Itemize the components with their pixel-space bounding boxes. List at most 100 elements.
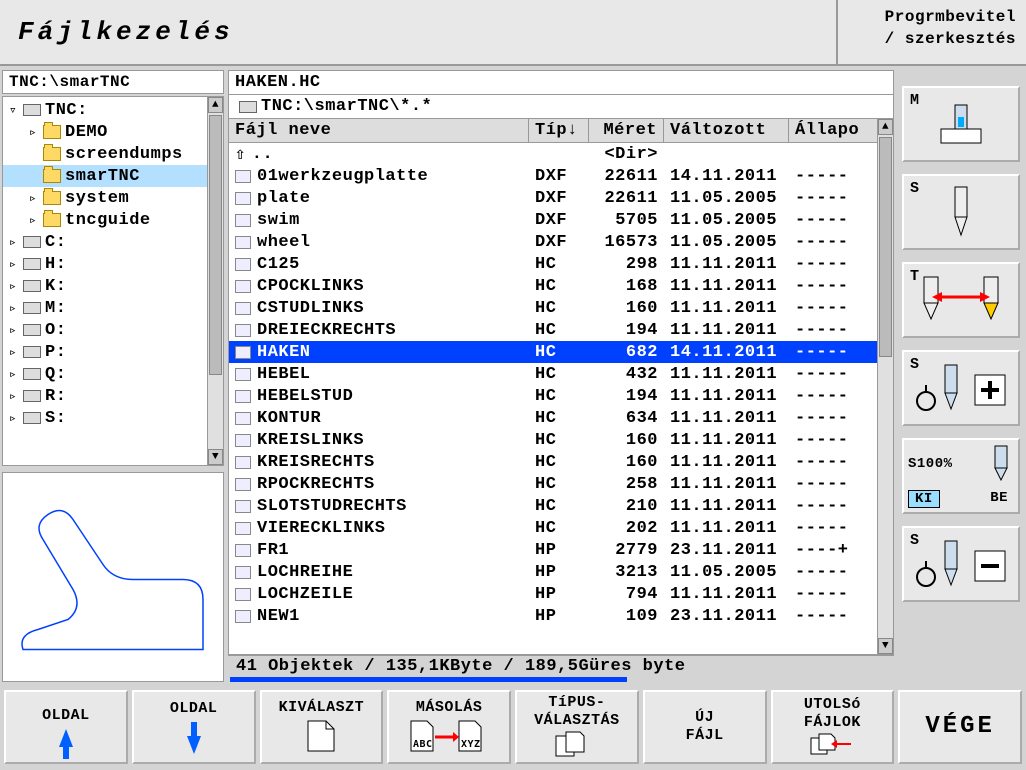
scroll-down-icon[interactable]: ▼ (208, 449, 223, 465)
file-row[interactable]: wheelDXF1657311.05.2005----- (229, 231, 877, 253)
scroll-thumb[interactable] (879, 137, 892, 357)
file-row[interactable]: HEBELHC43211.11.2011----- (229, 363, 877, 385)
tree-item[interactable]: ▹O: (3, 319, 223, 341)
tree-item[interactable]: ▹S: (3, 407, 223, 429)
toggle-icon[interactable]: ▹ (7, 301, 19, 316)
toggle-icon[interactable]: ▹ (7, 257, 19, 272)
tree-item[interactable]: ▹tncguide (3, 209, 223, 231)
col-header-date[interactable]: Változott (664, 119, 789, 142)
file-icon (235, 456, 251, 469)
ki-button[interactable]: KI (908, 490, 940, 508)
file-row[interactable]: swimDXF570511.05.2005----- (229, 209, 877, 231)
tree-item[interactable]: ▹R: (3, 385, 223, 407)
toggle-icon[interactable]: ▹ (7, 389, 19, 404)
file-row[interactable]: plateDXF2261111.05.2005----- (229, 187, 877, 209)
tree-item[interactable]: ▹M: (3, 297, 223, 319)
drive-icon (239, 101, 257, 113)
tree-item[interactable]: ▹DEMO (3, 121, 223, 143)
tree-item[interactable]: ▹Q: (3, 363, 223, 385)
toggle-icon[interactable]: ▹ (7, 367, 19, 382)
file-list[interactable]: Fájl neve Típ↓ Méret Változott Állapo ⇧.… (228, 119, 894, 655)
file-size: 168 (589, 277, 664, 296)
file-icon (235, 390, 251, 403)
file-row[interactable]: LOCHZEILEHP79411.11.2011----- (229, 583, 877, 605)
file-row[interactable]: C125HC29811.11.2011----- (229, 253, 877, 275)
tree-item[interactable]: ▹P: (3, 341, 223, 363)
vsoftkey-minus[interactable]: S (902, 526, 1020, 602)
softkey[interactable]: UTOLSóFÁJLOK (771, 690, 895, 764)
softkey[interactable]: VÉGE (898, 690, 1022, 764)
file-row[interactable]: SLOTSTUDRECHTSHC21011.11.2011----- (229, 495, 877, 517)
toggle-icon[interactable]: ▹ (27, 191, 39, 206)
toggle-icon[interactable]: ▹ (27, 125, 39, 140)
file-row[interactable]: ⇧..<Dir> (229, 143, 877, 165)
file-row[interactable]: KONTURHC63411.11.2011----- (229, 407, 877, 429)
be-button[interactable]: BE (984, 490, 1014, 508)
file-row[interactable]: CSTUDLINKSHC16011.11.2011----- (229, 297, 877, 319)
file-size: 109 (589, 607, 664, 626)
col-header-name[interactable]: Fájl neve (229, 119, 529, 142)
folder-icon (43, 147, 61, 161)
vsoftkey-kibe[interactable]: S100%KIBE (902, 438, 1020, 514)
vsoftkey-tool[interactable]: T (902, 262, 1020, 338)
file-size: 202 (589, 519, 664, 538)
file-date: 11.11.2011 (664, 255, 789, 274)
vsoftkey-spindle[interactable]: S (902, 174, 1020, 250)
softkey[interactable]: TíPUS-VÁLASZTÁS (515, 690, 639, 764)
tree-item[interactable]: ▹K: (3, 275, 223, 297)
file-size: 160 (589, 431, 664, 450)
list-header[interactable]: Fájl neve Típ↓ Méret Változott Állapo (229, 119, 893, 143)
file-row[interactable]: 01werkzeugplatteDXF2261114.11.2011----- (229, 165, 877, 187)
file-stat: ----- (789, 453, 877, 472)
col-header-size[interactable]: Méret (589, 119, 664, 142)
toggle-icon[interactable]: ▹ (7, 411, 19, 426)
tree-item[interactable]: ▿ TNC: (3, 99, 223, 121)
tree-item[interactable]: ▹H: (3, 253, 223, 275)
softkey[interactable]: OLDAL (132, 690, 256, 764)
file-type: DXF (529, 189, 589, 208)
file-date: 23.11.2011 (664, 541, 789, 560)
file-row[interactable]: RPOCKRECHTSHC25811.11.2011----- (229, 473, 877, 495)
file-row[interactable]: KREISLINKSHC16011.11.2011----- (229, 429, 877, 451)
file-icon (235, 236, 251, 249)
col-header-type[interactable]: Típ↓ (529, 119, 589, 142)
spindle-icon (941, 185, 981, 240)
toggle-icon[interactable]: ▹ (7, 345, 19, 360)
file-row[interactable]: VIERECKLINKSHC20211.11.2011----- (229, 517, 877, 539)
toggle-icon[interactable]: ▹ (7, 235, 19, 250)
tree-item[interactable]: screendumps (3, 143, 223, 165)
list-scrollbar[interactable]: ▲ ▼ (877, 119, 893, 654)
scroll-thumb[interactable] (209, 115, 222, 375)
file-row[interactable]: FR1HP277923.11.2011----+ (229, 539, 877, 561)
softkey[interactable]: ÚJFÁJL (643, 690, 767, 764)
file-size: 258 (589, 475, 664, 494)
toggle-icon[interactable]: ▿ (7, 103, 19, 118)
drive-icon (23, 280, 41, 292)
file-row[interactable]: HEBELSTUDHC19411.11.2011----- (229, 385, 877, 407)
tree-item[interactable]: ▹C: (3, 231, 223, 253)
vsoftkey-plus[interactable]: S (902, 350, 1020, 426)
scroll-up-icon[interactable]: ▲ (208, 97, 223, 113)
toggle-icon[interactable]: ▹ (27, 213, 39, 228)
file-row[interactable]: LOCHREIHEHP321311.05.2005----- (229, 561, 877, 583)
softkey[interactable]: KIVÁLASZT (260, 690, 384, 764)
file-row[interactable]: DREIECKRECHTSHC19411.11.2011----- (229, 319, 877, 341)
file-stat: ----- (789, 343, 877, 362)
tree-scrollbar[interactable]: ▲ ▼ (207, 97, 223, 465)
softkey[interactable]: OLDAL (4, 690, 128, 764)
folder-tree[interactable]: ▿ TNC:▹DEMOscreendumpssmarTNC▹system▹tncg… (2, 96, 224, 466)
file-row[interactable]: NEW1HP10923.11.2011----- (229, 605, 877, 627)
file-date: 11.11.2011 (664, 475, 789, 494)
scroll-down-icon[interactable]: ▼ (878, 638, 893, 654)
vsoftkey-machine[interactable]: M (902, 86, 1020, 162)
toggle-icon[interactable]: ▹ (7, 323, 19, 338)
file-row[interactable]: HAKENHC68214.11.2011----- (229, 341, 877, 363)
toggle-icon[interactable]: ▹ (7, 279, 19, 294)
scroll-up-icon[interactable]: ▲ (878, 119, 893, 135)
tree-item[interactable]: ▹system (3, 187, 223, 209)
softkey[interactable]: MÁSOLÁSABCXYZ (387, 690, 511, 764)
file-row[interactable]: CPOCKLINKSHC16811.11.2011----- (229, 275, 877, 297)
tree-item[interactable]: smarTNC (3, 165, 223, 187)
file-row[interactable]: KREISRECHTSHC16011.11.2011----- (229, 451, 877, 473)
tree-label: TNC: (45, 101, 88, 120)
